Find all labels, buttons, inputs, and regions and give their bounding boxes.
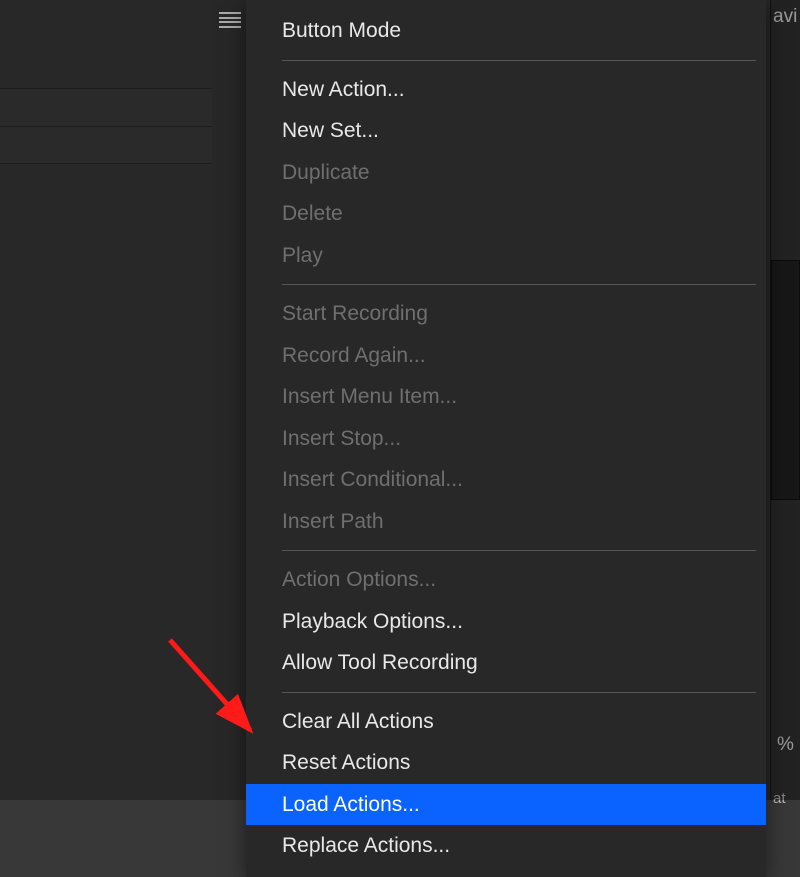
actions-panel-background (0, 0, 212, 800)
menu-item-reset-actions[interactable]: Reset Actions (246, 742, 766, 784)
menu-item-action-options: Action Options... (246, 559, 766, 601)
menu-item-replace-actions[interactable]: Replace Actions... (246, 825, 766, 867)
panel-row (0, 126, 212, 164)
menu-item-start-recording: Start Recording (246, 293, 766, 335)
menu-item-insert-conditional: Insert Conditional... (246, 459, 766, 501)
menu-item-clear-all-actions[interactable]: Clear All Actions (246, 701, 766, 743)
right-panel-edge: avi % at (770, 0, 800, 800)
menu-item-insert-menu-item: Insert Menu Item... (246, 376, 766, 418)
menu-item-insert-stop: Insert Stop... (246, 418, 766, 460)
menu-item-load-actions[interactable]: Load Actions... (246, 784, 766, 826)
actions-panel-flyout-menu[interactable]: Button Mode New Action...New Set...Duplic… (246, 0, 766, 877)
panel-row (0, 88, 212, 126)
menu-item-new-action[interactable]: New Action... (246, 69, 766, 111)
menu-item-playback-options[interactable]: Playback Options... (246, 601, 766, 643)
menu-separator (282, 60, 756, 61)
menu-separator (282, 284, 756, 285)
menu-item-delete: Delete (246, 193, 766, 235)
menu-item-duplicate: Duplicate (246, 152, 766, 194)
panel-rows (0, 88, 212, 164)
menu-separator (282, 692, 756, 693)
partial-text: at (773, 790, 786, 807)
preview-box-edge (771, 260, 800, 500)
menu-item-play: Play (246, 235, 766, 277)
partial-text: % (777, 734, 794, 756)
menu-item-button-mode[interactable]: Button Mode (246, 10, 766, 52)
panel-menu-icon[interactable] (219, 12, 241, 28)
partial-text: avi (773, 6, 797, 28)
menu-item-new-set[interactable]: New Set... (246, 110, 766, 152)
menu-item-record-again: Record Again... (246, 335, 766, 377)
menu-item-allow-tool-recording[interactable]: Allow Tool Recording (246, 642, 766, 684)
menu-separator (282, 550, 756, 551)
menu-item-insert-path: Insert Path (246, 501, 766, 543)
